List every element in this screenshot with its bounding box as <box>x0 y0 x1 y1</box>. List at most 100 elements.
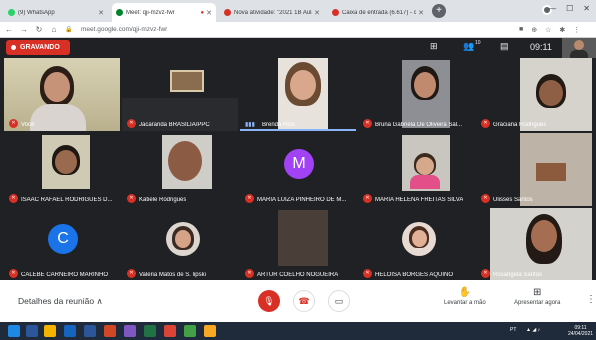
self-view-thumbnail[interactable] <box>562 38 596 58</box>
hand-icon: ✋ <box>458 287 472 298</box>
close-icon[interactable]: ✕ <box>98 9 104 17</box>
tab-meet[interactable]: Meet: qji-mzvz-fwr ● ✕ <box>112 3 216 22</box>
language-indicator[interactable]: PT <box>510 327 516 333</box>
chrome-icon[interactable] <box>164 325 176 337</box>
file-explorer-icon[interactable] <box>44 325 56 337</box>
people-icon[interactable]: 👥 <box>463 41 474 52</box>
video-feed <box>278 210 328 266</box>
participant-tile[interactable]: ✕ Valeria Matos de S. lipski <box>122 208 238 281</box>
star-icon[interactable]: ☆ <box>545 26 551 34</box>
mic-toggle-button[interactable]: 🎙 <box>258 290 280 312</box>
tab-whatsapp[interactable]: (9) WhatsApp ✕ <box>4 3 108 22</box>
layout-icon[interactable]: ⊞ <box>430 41 438 52</box>
excel-icon[interactable] <box>144 325 156 337</box>
screen: (9) WhatsApp ✕ Meet: qji-mzvz-fwr ● ✕ No… <box>0 0 596 340</box>
mic-off-icon: ✕ <box>245 269 254 278</box>
mic-off-icon: ✕ <box>9 269 18 278</box>
camera-permission-icon[interactable]: ■ <box>519 26 523 33</box>
participant-tile[interactable]: ✕ Você <box>4 58 120 131</box>
home-icon[interactable]: ⌂ <box>48 25 60 34</box>
mic-off-icon: ✕ <box>481 119 490 128</box>
present-now-button[interactable]: ⊞ Apresentar agora <box>514 287 560 306</box>
participant-name: HELOISA BORGES AQUINO <box>375 272 454 278</box>
face <box>168 141 202 181</box>
hang-up-button[interactable]: ☎ <box>293 290 315 312</box>
camera-icon: ▭ <box>334 295 344 306</box>
new-tab-button[interactable]: + <box>432 4 446 18</box>
camera-toggle-button[interactable]: ▭ <box>328 290 350 312</box>
meet-icon <box>116 9 123 16</box>
participant-name: Brenda Rios <box>262 122 296 128</box>
chevron-up-icon: ∧ <box>96 296 103 306</box>
participant-tile[interactable]: ▮▮▮ Brenda Rios <box>240 58 356 131</box>
participant-tile[interactable]: ✕ Ulisses Santos <box>476 133 592 206</box>
app-icon[interactable] <box>204 325 216 337</box>
extension-icon[interactable]: ✱ <box>559 26 565 34</box>
whatsapp-icon <box>8 9 15 16</box>
url-field[interactable]: meet.google.com/qji-mzvz-fwr <box>81 26 511 33</box>
zoom-icon[interactable]: ⊕ <box>531 26 537 34</box>
network-icon[interactable]: ▲ ◢ ♪ <box>526 327 540 333</box>
participant-tile[interactable]: ✕ Rosangela Santos <box>476 208 592 281</box>
app-icon[interactable] <box>124 325 136 337</box>
menu-icon[interactable]: ⋮ <box>573 26 580 34</box>
face <box>574 40 584 50</box>
meeting-details-button[interactable]: Detalhes da reunião ∧ <box>18 296 103 307</box>
close-icon[interactable]: ✕ <box>418 9 424 17</box>
face <box>414 72 436 98</box>
person-shape <box>536 163 566 181</box>
chat-icon[interactable]: ▤ <box>500 41 509 52</box>
tab-classroom[interactable]: Nova atividade: "2021 1B Aula Tr ✕ <box>220 3 324 22</box>
task-view-icon[interactable] <box>26 325 38 337</box>
raise-hand-button[interactable]: ✋ Levantar a mão <box>444 287 486 306</box>
close-icon[interactable]: ✕ <box>206 9 212 17</box>
participant-name: MARIA LUIZA PINHEIRO DE M... <box>257 197 347 203</box>
speaking-highlight <box>240 129 356 131</box>
reload-icon[interactable]: ↻ <box>33 25 45 34</box>
participant-tile[interactable]: ✕ ARTUR COELHO NOGUEIRA <box>240 208 356 281</box>
mic-off-icon: ✕ <box>9 119 18 128</box>
start-icon[interactable] <box>8 325 20 337</box>
back-icon[interactable]: ← <box>3 25 15 34</box>
record-icon <box>11 45 16 50</box>
participant-tile[interactable]: ✕ HELOISA BORGES AQUINO <box>358 208 474 281</box>
participant-tile[interactable]: M ✕ MARIA LUIZA PINHEIRO DE M... <box>240 133 356 206</box>
mic-off-icon: 🎙 <box>263 295 275 306</box>
shirt <box>30 104 86 131</box>
room-picture <box>170 70 204 92</box>
participants-count: 10 <box>475 40 481 46</box>
face <box>175 230 191 248</box>
participant-tile[interactable]: ✕ MARIA HELENA FREITAS SILVA <box>358 133 474 206</box>
participant-name: ARTUR COELHO NOGUEIRA <box>257 272 339 278</box>
participant-tile[interactable]: ✕ ISAAC RAFAEL RODRIGUES D... <box>4 133 120 206</box>
tab-inbox[interactable]: Caixa de entrada (6.617) - clecio ✕ <box>328 3 428 22</box>
taskbar-clock[interactable]: 09:11 24/04/2021 <box>568 325 593 337</box>
face <box>416 157 434 175</box>
minimize-icon[interactable]: — <box>548 4 556 13</box>
close-icon[interactable]: ✕ <box>314 9 320 17</box>
more-options-icon[interactable]: ⋮ <box>586 294 596 305</box>
participant-tile[interactable]: C ✕ CALEBE CARNEIRO MARINHO <box>4 208 120 281</box>
shirt <box>570 50 588 58</box>
participant-tile[interactable]: ✕ Jacaranda BRASILIA/PPC <box>122 58 238 131</box>
face <box>412 230 427 247</box>
participant-name: Jacaranda BRASILIA/PPC <box>139 122 210 128</box>
participant-tile[interactable]: ✕ Graciana Rodrigues <box>476 58 592 131</box>
close-window-icon[interactable]: ✕ <box>583 4 590 13</box>
browser-tabstrip: (9) WhatsApp ✕ Meet: qji-mzvz-fwr ● ✕ No… <box>0 0 596 22</box>
whatsapp-icon[interactable] <box>184 325 196 337</box>
avatar: C <box>48 224 78 254</box>
participant-tile[interactable]: ✕ Katiele Rodrigues <box>122 133 238 206</box>
maximize-icon[interactable]: ☐ <box>566 4 573 13</box>
mic-off-icon: ✕ <box>9 194 18 203</box>
mic-off-icon: ✕ <box>127 119 136 128</box>
edge-icon[interactable] <box>64 325 76 337</box>
forward-icon[interactable]: → <box>18 25 30 34</box>
powerpoint-icon[interactable] <box>104 325 116 337</box>
meeting-controls-bar: Detalhes da reunião ∧ 🎙 ☎ ▭ ✋ Levantar a… <box>0 280 596 322</box>
participant-tile[interactable]: ✕ Bruna Gabriela De Oliveira Sal... <box>358 58 474 131</box>
word-icon[interactable] <box>84 325 96 337</box>
mic-off-icon: ✕ <box>363 194 372 203</box>
face <box>539 80 563 106</box>
meet-top-bar: GRAVANDO ⊞ 👥 10 ▤ 09:11 <box>0 38 596 58</box>
